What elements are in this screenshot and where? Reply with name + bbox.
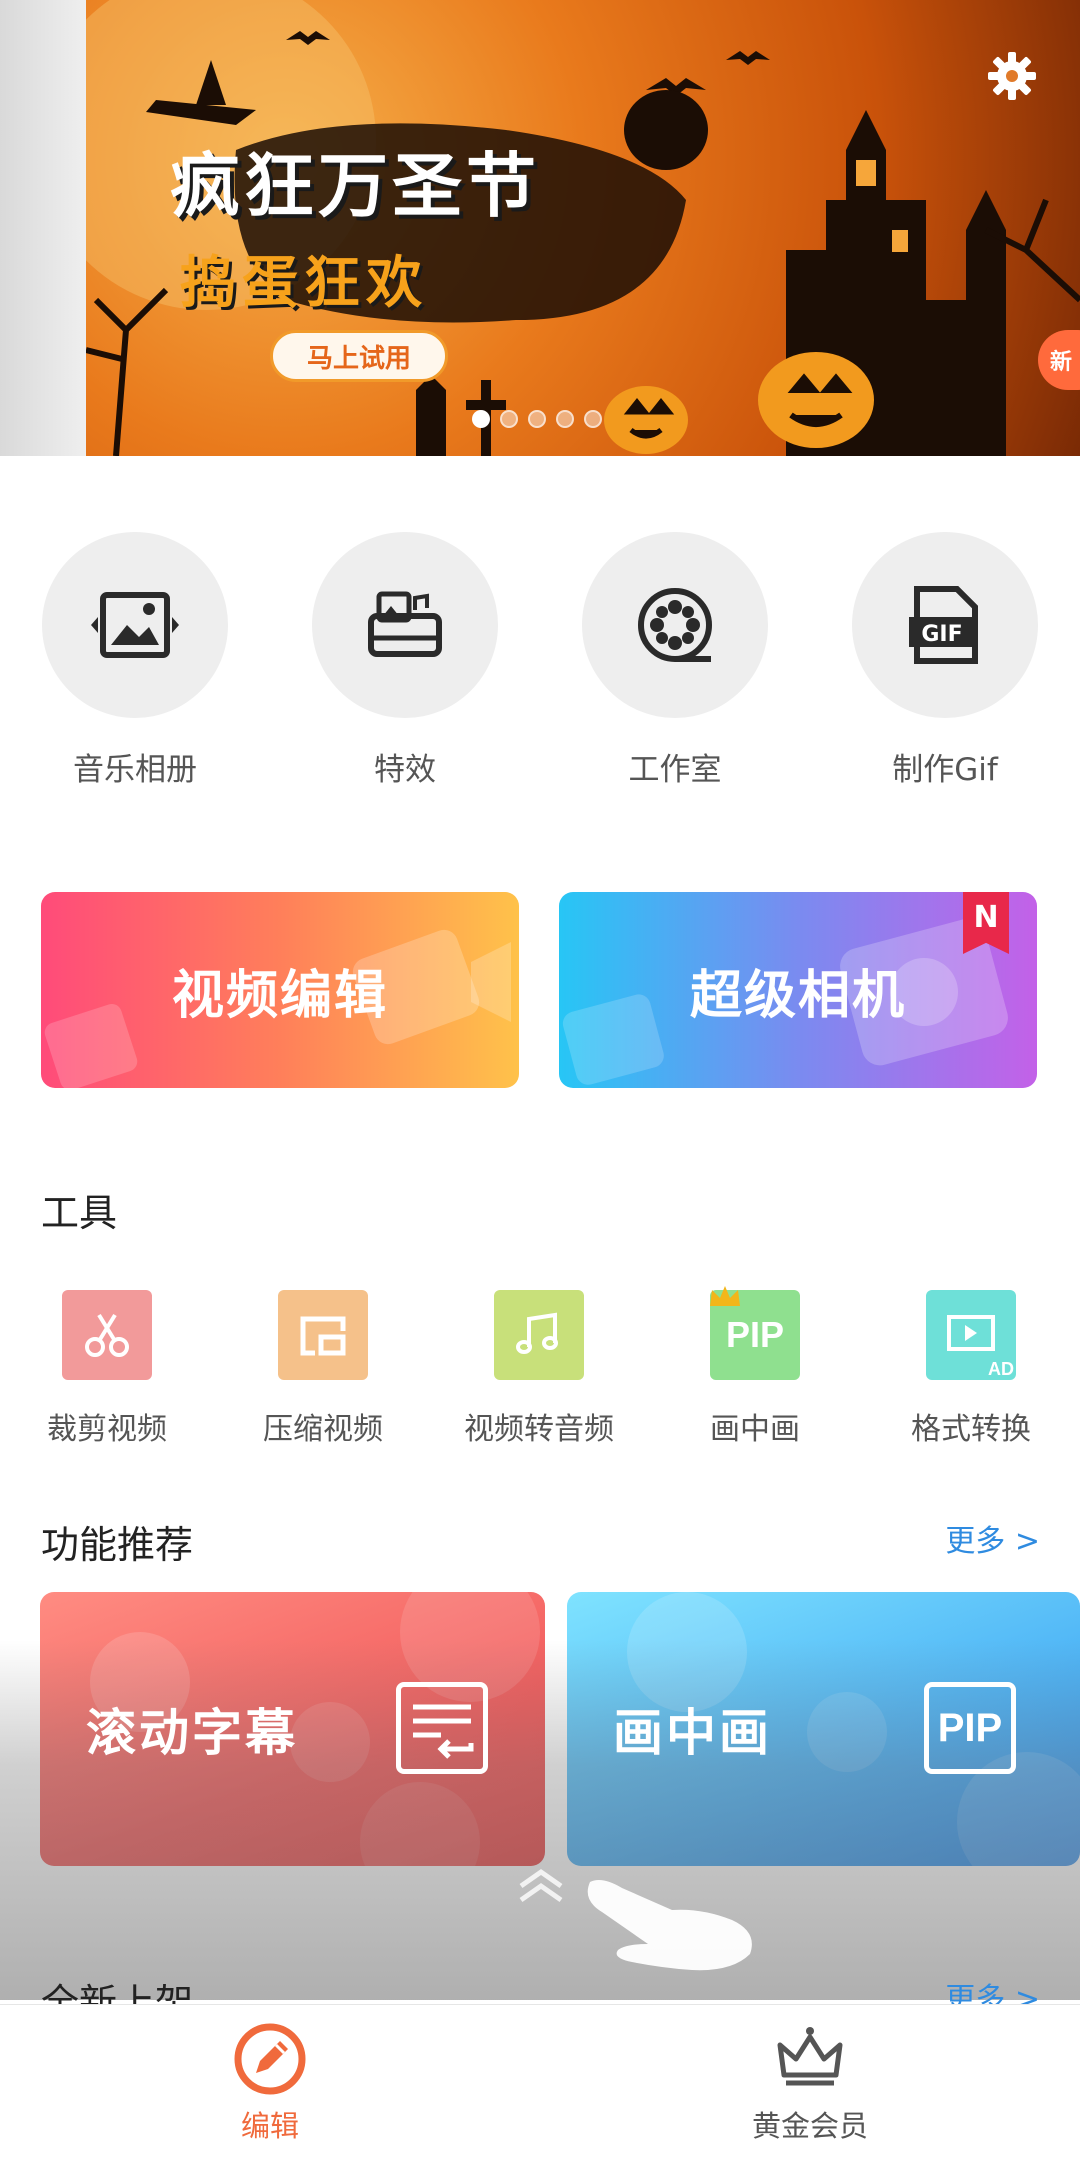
- pagination-dot: [500, 410, 518, 428]
- tool-label: 格式转换: [911, 1412, 1031, 1447]
- tab-edit[interactable]: 编辑: [170, 2019, 370, 2145]
- recommend-card-picture-in-picture[interactable]: 画中画 PIP: [567, 1592, 1080, 1866]
- tools-section-title: 工具: [41, 1191, 118, 1235]
- effects-icon: [368, 591, 442, 657]
- quick-action-label: 工作室: [628, 752, 722, 788]
- pagination-dot: [528, 410, 546, 428]
- svg-text:GIF: GIF: [921, 622, 962, 647]
- quick-action-label: 音乐相册: [73, 752, 197, 788]
- quick-action-studio[interactable]: 工作室: [580, 532, 770, 789]
- recommend-card-scrolling-subtitle[interactable]: 滚动字幕: [40, 1592, 545, 1866]
- pagination-dot: [472, 410, 490, 428]
- banner-pagination: [472, 410, 602, 428]
- video-edit-card[interactable]: 视频编辑: [41, 892, 519, 1088]
- tool-label: 画中画: [710, 1412, 800, 1447]
- crown-icon: [710, 1286, 740, 1306]
- quick-action-circle[interactable]: [582, 532, 768, 718]
- tool-format-convert[interactable]: AD 格式转换: [881, 1290, 1061, 1448]
- quick-action-label: 特效: [374, 752, 436, 788]
- super-camera-card[interactable]: 超级相机 N: [559, 892, 1037, 1088]
- recommend-card-label: 画中画: [613, 1704, 772, 1762]
- tools-row: 裁剪视频 压缩视频 视频转音频 PIP 画中画 AD 格式转换: [0, 1286, 1080, 1450]
- gif-file-icon: GIF: [909, 586, 978, 664]
- pip-icon-text: PIP: [937, 1705, 1003, 1750]
- recommend-section-title: 功能推荐: [41, 1523, 194, 1567]
- quick-action-make-gif[interactable]: GIF 制作Gif: [850, 532, 1040, 789]
- banner-previous-slide[interactable]: [0, 0, 86, 456]
- tool-picture-in-picture[interactable]: PIP 画中画: [665, 1286, 845, 1448]
- tab-edit-label: 编辑: [240, 2109, 299, 2143]
- quick-action-effects[interactable]: 特效: [310, 532, 500, 789]
- promo-banner[interactable]: 疯狂万圣节 捣蛋狂欢 马上试用 新: [0, 0, 1080, 456]
- photo-album-icon: [91, 592, 179, 658]
- pip-icon-text: PIP: [725, 1314, 785, 1355]
- bottom-navigation: 编辑 黄金会员: [0, 2004, 1080, 2160]
- compress-icon: [278, 1290, 368, 1380]
- quick-action-circle[interactable]: [42, 532, 228, 718]
- format-convert-icon: AD: [926, 1290, 1016, 1380]
- quick-action-label: 制作Gif: [892, 752, 998, 788]
- quick-actions: 音乐相册 特效 工作室 GIF 制作Gif: [0, 532, 1080, 792]
- recommend-more-link[interactable]: 更多 >: [945, 1516, 1040, 1560]
- subtitle-icon: [396, 1682, 488, 1774]
- tool-compress-video[interactable]: 压缩视频: [233, 1290, 413, 1448]
- double-chevron-up-icon: [519, 1868, 563, 1903]
- film-reel-icon: [638, 588, 712, 662]
- tool-label: 裁剪视频: [47, 1412, 167, 1447]
- tool-video-to-audio[interactable]: 视频转音频: [449, 1290, 629, 1448]
- tab-gold-member-label: 黄金会员: [751, 2109, 868, 2143]
- banner-title: 疯狂万圣节: [170, 145, 540, 227]
- scissors-icon: [62, 1290, 152, 1380]
- tool-trim-video[interactable]: 裁剪视频: [17, 1290, 197, 1448]
- banner-subtitle: 捣蛋狂欢: [180, 251, 428, 316]
- tool-label: 压缩视频: [263, 1412, 383, 1447]
- banner-try-now-button[interactable]: 马上试用: [270, 330, 448, 382]
- quick-action-circle[interactable]: GIF: [852, 532, 1038, 718]
- tool-label: 视频转音频: [464, 1412, 614, 1447]
- pagination-dot: [584, 410, 602, 428]
- ad-tag: AD: [988, 1359, 1014, 1379]
- super-camera-label: 超级相机: [689, 965, 906, 1026]
- music-note-icon: [494, 1290, 584, 1380]
- pip-icon: PIP: [924, 1682, 1016, 1774]
- video-edit-label: 视频编辑: [171, 965, 388, 1026]
- pip-icon: PIP: [710, 1286, 800, 1380]
- swipe-hand-icon: [587, 1880, 752, 1971]
- tab-gold-member[interactable]: 黄金会员: [710, 2019, 910, 2145]
- quick-action-circle[interactable]: [312, 532, 498, 718]
- settings-gear-icon[interactable]: [986, 50, 1038, 102]
- edit-pencil-icon: [234, 2023, 306, 2095]
- quick-action-music-album[interactable]: 音乐相册: [40, 532, 230, 789]
- recommend-card-label: 滚动字幕: [86, 1704, 298, 1762]
- crown-icon: [777, 2027, 843, 2086]
- pagination-dot: [556, 410, 574, 428]
